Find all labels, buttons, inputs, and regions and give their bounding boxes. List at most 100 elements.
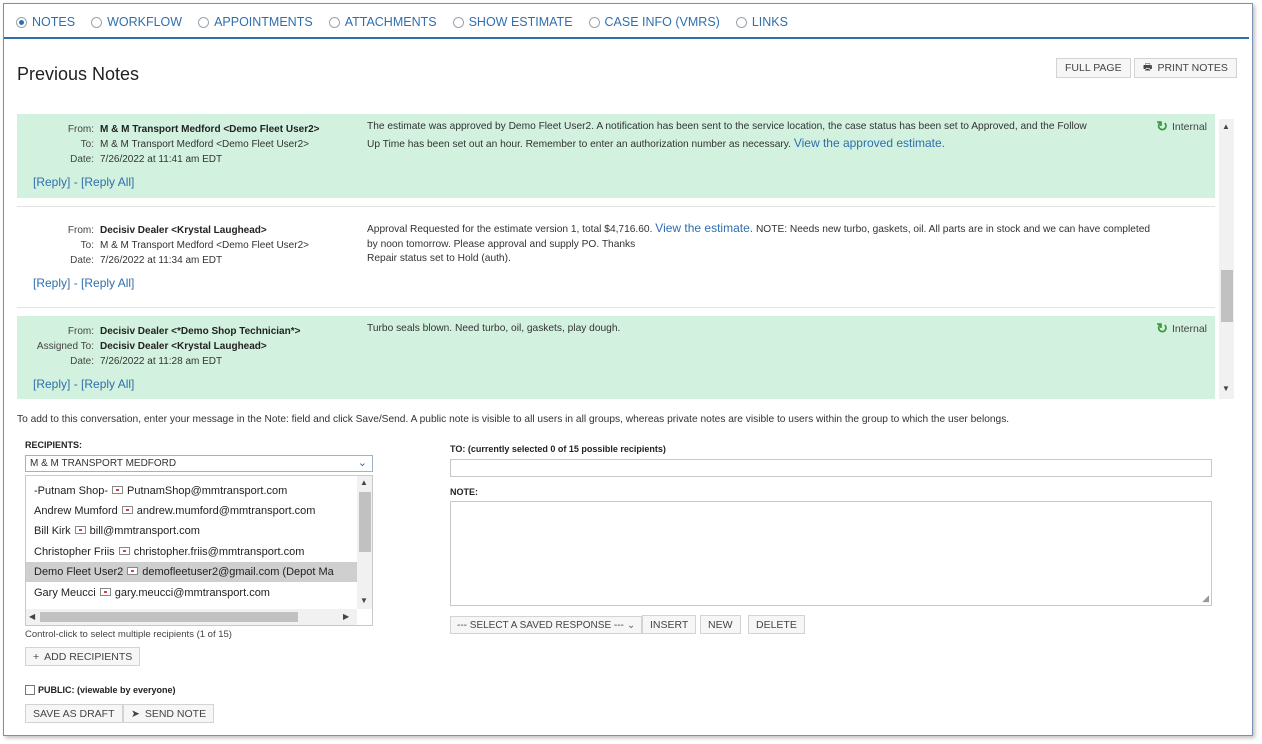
approved-estimate-link[interactable]: View the approved estimate. <box>794 136 945 150</box>
new-button[interactable]: NEW <box>700 615 741 634</box>
recipient-name: Gary Meucci <box>34 587 96 599</box>
note-textarea[interactable]: ◢ <box>450 501 1212 606</box>
note-from: Decisiv Dealer <Krystal Laughead> <box>100 225 267 236</box>
note-date: 7/26/2022 at 11:34 am EDT <box>100 255 223 266</box>
scroll-up-icon[interactable]: ▲ <box>360 478 368 487</box>
scroll-left-icon[interactable]: ◀ <box>29 612 35 621</box>
recipient-email: bill@mmtransport.com <box>89 525 200 537</box>
insert-button[interactable]: INSERT <box>642 615 697 634</box>
tab-case-info[interactable]: CASE INFO (VMRS) <box>588 15 720 29</box>
reply-separator: - <box>70 276 82 290</box>
scroll-right-icon[interactable]: ▶ <box>343 612 349 621</box>
note-body-line: by noon tomorrow. Please approval and su… <box>367 239 636 250</box>
saved-response-select[interactable]: --- SELECT A SAVED RESPONSE --- ⌄ <box>450 616 643 634</box>
tab-attachments[interactable]: ATTACHMENTS <box>328 15 437 29</box>
notes-scrollbar[interactable]: ▲ ▼ <box>1219 119 1234 399</box>
list-item-selected[interactable]: Demo Fleet User2 demofleetuser2@gmail.com… <box>26 562 357 582</box>
recipient-email: andrew.mumford@mmtransport.com <box>136 505 316 517</box>
note-item: From: Decisiv Dealer <Krystal Laughead> T… <box>17 215 1215 299</box>
scrollbar-thumb[interactable] <box>40 612 298 622</box>
mail-icon <box>121 506 133 515</box>
reply-all-link[interactable]: [Reply All] <box>81 276 134 290</box>
radio-icon <box>91 16 103 28</box>
save-draft-label: SAVE AS DRAFT <box>33 707 115 720</box>
recipient-name: Demo Fleet User2 <box>34 566 124 578</box>
reply-link[interactable]: [Reply] <box>33 175 70 189</box>
reply-link[interactable]: [Reply] <box>33 377 70 391</box>
reply-all-link[interactable]: [Reply All] <box>81 175 134 189</box>
from-label: From: <box>67 326 94 337</box>
recipient-email: demofleetuser2@gmail.com (Depot Ma <box>142 566 334 578</box>
reply-all-link[interactable]: [Reply All] <box>81 377 134 391</box>
radio-icon <box>198 16 210 28</box>
refresh-icon: ↻ <box>1156 118 1168 134</box>
mail-icon <box>118 547 130 556</box>
send-note-button[interactable]: ➤ SEND NOTE <box>123 704 215 723</box>
scroll-down-icon[interactable]: ▼ <box>1222 384 1230 393</box>
scrollbar-thumb[interactable] <box>359 492 371 552</box>
instructions-text: To add to this conversation, enter your … <box>17 414 1010 425</box>
note-item: From: M & M Transport Medford <Demo Fleet… <box>17 114 1215 198</box>
scroll-down-icon[interactable]: ▼ <box>360 596 368 605</box>
add-recipients-button[interactable]: + ADD RECIPIENTS <box>25 647 141 666</box>
tab-show-estimate[interactable]: SHOW ESTIMATE <box>452 15 573 29</box>
tab-label: APPOINTMENTS <box>214 15 313 29</box>
recipient-email: christopher.friis@mmtransport.com <box>133 546 305 558</box>
note-body-line: The estimate was approved by Demo Fleet … <box>367 121 1087 132</box>
save-draft-button[interactable]: SAVE AS DRAFT <box>25 704 123 723</box>
recipients-listbox[interactable]: -Putnam Shop- PutnamShop@mmtransport.com … <box>25 475 373 626</box>
note-date: 7/26/2022 at 11:28 am EDT <box>100 356 223 367</box>
date-label: Date: <box>70 255 94 266</box>
reply-links: [Reply] - [Reply All] <box>33 276 134 290</box>
delete-button[interactable]: DELETE <box>748 615 805 634</box>
full-page-label: FULL PAGE <box>1065 62 1122 74</box>
public-checkbox[interactable] <box>25 685 35 695</box>
note-body-line: Up Time has been set out an hour. Rememb… <box>367 139 791 150</box>
tab-label: SHOW ESTIMATE <box>468 15 573 29</box>
add-recipients-label: ADD RECIPIENTS <box>44 650 133 663</box>
tab-workflow[interactable]: WORKFLOW <box>91 15 182 29</box>
date-label: Date: <box>70 356 94 367</box>
list-item[interactable]: Christopher Friis christopher.friis@mmtra… <box>26 542 357 562</box>
print-notes-button[interactable]: 🖶 PRINT NOTES <box>1134 58 1237 78</box>
mail-icon <box>99 588 111 597</box>
to-field[interactable] <box>450 459 1212 477</box>
full-page-button[interactable]: FULL PAGE <box>1056 58 1131 78</box>
from-label: From: <box>67 225 94 236</box>
note-date: 7/26/2022 at 11:41 am EDT <box>100 154 223 165</box>
mail-icon <box>127 567 139 576</box>
tab-label: NOTES <box>32 15 76 29</box>
note-from: Decisiv Dealer <*Demo Shop Technician*> <box>100 326 301 337</box>
listbox-horizontal-scrollbar[interactable]: ◀ ▶ <box>26 609 357 625</box>
scrollbar-thumb[interactable] <box>1221 270 1233 322</box>
scroll-up-icon[interactable]: ▲ <box>1222 122 1230 131</box>
tab-notes[interactable]: NOTES <box>16 15 75 29</box>
insert-label: INSERT <box>650 618 689 631</box>
recipient-group-select[interactable]: M & M TRANSPORT MEDFORD ⌄ <box>25 455 373 472</box>
note-body: Turbo seals blown. Need turbo, oil, gask… <box>367 321 1157 337</box>
note-to: M & M Transport Medford <Demo Fleet User… <box>100 139 309 150</box>
listbox-vertical-scrollbar[interactable]: ▲ ▼ <box>357 476 372 609</box>
list-item[interactable]: Andrew Mumford andrew.mumford@mmtransport… <box>26 501 357 521</box>
tab-links[interactable]: LINKS <box>735 15 788 29</box>
printer-icon: 🖶 <box>1143 61 1153 73</box>
note-divider <box>17 307 1215 308</box>
note-meta: From: Decisiv Dealer <*Demo Shop Technici… <box>17 324 357 369</box>
reply-link[interactable]: [Reply] <box>33 276 70 290</box>
radio-icon <box>588 16 600 28</box>
tab-appointments[interactable]: APPOINTMENTS <box>198 15 313 29</box>
reply-links: [Reply] - [Reply All] <box>33 377 134 391</box>
list-item[interactable]: Gary Meucci gary.meucci@mmtransport.com <box>26 583 357 603</box>
resize-grip-icon[interactable]: ◢ <box>1202 593 1209 604</box>
note-meta: From: M & M Transport Medford <Demo Fleet… <box>17 122 357 167</box>
list-item[interactable]: Bill Kirk bill@mmtransport.com <box>26 521 357 541</box>
list-item[interactable]: -Putnam Shop- PutnamShop@mmtransport.com <box>26 481 357 501</box>
recipients-hint: Control-click to select multiple recipie… <box>25 629 232 640</box>
note-body: The estimate was approved by Demo Fleet … <box>367 119 1157 153</box>
to-label: TO: (currently selected 0 of 15 possible… <box>450 444 666 454</box>
date-label: Date: <box>70 154 94 165</box>
note-item: From: Decisiv Dealer <*Demo Shop Technici… <box>17 316 1215 399</box>
mail-icon <box>74 526 86 535</box>
radio-icon <box>452 16 464 28</box>
view-estimate-link[interactable]: View the estimate. <box>655 221 753 235</box>
